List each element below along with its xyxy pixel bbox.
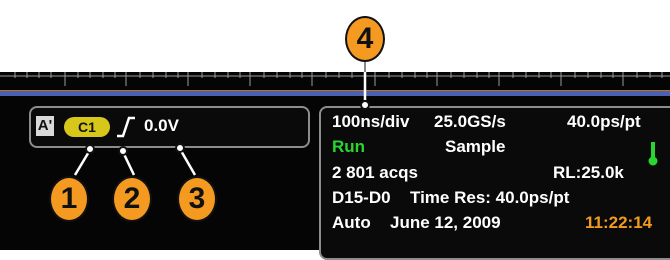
callout-3: 3 — [177, 176, 217, 222]
horizontal-ruler — [0, 72, 670, 96]
date: June 12, 2009 — [390, 213, 501, 232]
acquisition-count: 2 801 acqs — [332, 163, 419, 182]
trigger-level: 0.0V — [144, 116, 179, 135]
horizontal-scale: 100ns/div — [332, 112, 410, 131]
rising-edge-icon — [117, 116, 135, 138]
callout-4-anchor — [360, 100, 370, 110]
trace-line — [0, 91, 670, 96]
acquisition-readout[interactable]: 100ns/div 25.0GS/s 40.0ps/pt Run Sample … — [319, 106, 670, 260]
run-state: Run — [332, 137, 366, 156]
thermometer-icon — [648, 142, 658, 166]
trigger-source-mode: A' — [36, 116, 54, 136]
time: 11:22:14 — [585, 213, 653, 232]
trigger-channel-badge: C1 — [64, 117, 110, 137]
acquisition-mode: Sample — [445, 137, 506, 156]
callout-1: 1 — [49, 176, 89, 222]
trigger-readout[interactable]: A' C1 0.0V — [29, 106, 310, 148]
resolution: 40.0ps/pt — [567, 112, 641, 131]
trigger-mode: Auto — [332, 213, 371, 232]
digital-channels: D15-D0 — [332, 188, 391, 207]
callout-3-anchor — [175, 143, 185, 153]
callout-1-anchor — [85, 144, 95, 154]
time-resolution: Time Res: 40.0ps/pt — [410, 188, 570, 207]
record-length: RL:25.0k — [553, 163, 624, 182]
callout-2: 2 — [112, 176, 152, 222]
sample-rate: 25.0GS/s — [434, 112, 506, 131]
callout-4: 4 — [345, 16, 385, 62]
callout-2-anchor — [118, 146, 128, 156]
